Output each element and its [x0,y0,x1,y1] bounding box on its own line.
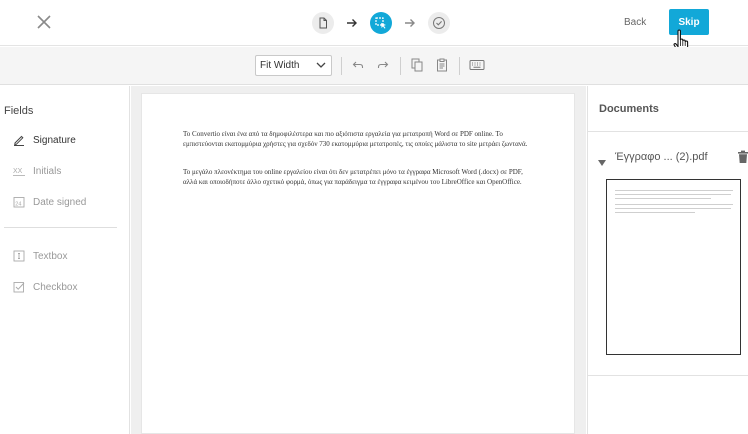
fields-title: Fields [4,105,34,117]
redo-icon[interactable] [375,57,391,73]
zoom-value: Fit Width [260,60,300,71]
thumbnail-text-line [615,198,711,199]
undo-icon[interactable] [350,57,366,73]
thumbnail-text-line [615,208,731,209]
pen-icon [12,133,26,147]
field-label: Date signed [33,196,87,208]
documents-panel: Documents Έγγραφο ... (2).pdf [587,86,748,434]
field-textbox[interactable]: Textbox [12,248,67,264]
toolbar-divider [341,57,342,75]
svg-text:24: 24 [15,202,21,208]
select-fields-icon [370,12,392,34]
clipboard-icon[interactable] [434,57,450,73]
field-label: Textbox [33,250,68,262]
trash-icon[interactable] [737,150,748,164]
document-icon [312,12,334,34]
documents-title: Documents [599,103,659,115]
step-indicator [312,11,450,35]
toolbar-divider [400,57,401,75]
document-file-name[interactable]: Έγγραφο ... (2).pdf [615,151,708,163]
initials-icon: XX [12,164,26,178]
checkbox-icon [12,280,26,294]
document-viewer[interactable]: Το Convertio είναι ένα από τα δημοφιλέστ… [131,86,586,434]
fields-panel: Fields Signature XX Initials 24 Date sig… [0,86,130,434]
document-paragraph: Το μεγάλο πλεονέκτημα του online εργαλεί… [183,168,523,186]
zoom-select[interactable]: Fit Width [255,55,332,76]
thumbnail-text-line [615,194,731,195]
thumbnail-text-line [615,212,695,213]
textbox-icon [12,249,26,263]
document-paragraph: Το Convertio είναι ένα από τα δημοφιλέστ… [183,130,528,148]
calendar-icon: 24 [12,195,26,209]
document-page[interactable]: Το Convertio είναι ένα από τα δημοφιλέστ… [141,93,575,434]
back-button[interactable]: Back [624,17,646,28]
keyboard-icon[interactable] [468,57,486,73]
field-label: Initials [33,165,62,177]
document-thumbnail[interactable] [606,179,741,355]
copy-icon[interactable] [409,57,425,73]
toolbar-divider [459,57,460,75]
toolbar: Fit Width [0,47,748,85]
fields-divider [4,227,117,228]
arrow-right-icon [392,18,428,28]
documents-divider [588,375,748,376]
field-date-signed[interactable]: 24 Date signed [12,194,86,210]
check-circle-icon [428,12,450,34]
thumbnail-text-line [615,190,733,191]
top-bar: Back Skip [0,0,748,54]
collapse-triangle-icon[interactable] [597,154,607,166]
thumbnail-text-line [615,204,733,205]
field-checkbox[interactable]: Checkbox [12,279,77,295]
field-label: Checkbox [33,281,78,293]
field-signature[interactable]: Signature [12,132,76,148]
documents-divider [588,131,748,132]
field-label: Signature [33,134,76,146]
chevron-down-icon [316,61,326,72]
svg-text:XX: XX [13,168,23,175]
close-icon[interactable] [34,12,54,32]
field-initials[interactable]: XX Initials [12,163,61,179]
arrow-right-icon [334,18,370,28]
